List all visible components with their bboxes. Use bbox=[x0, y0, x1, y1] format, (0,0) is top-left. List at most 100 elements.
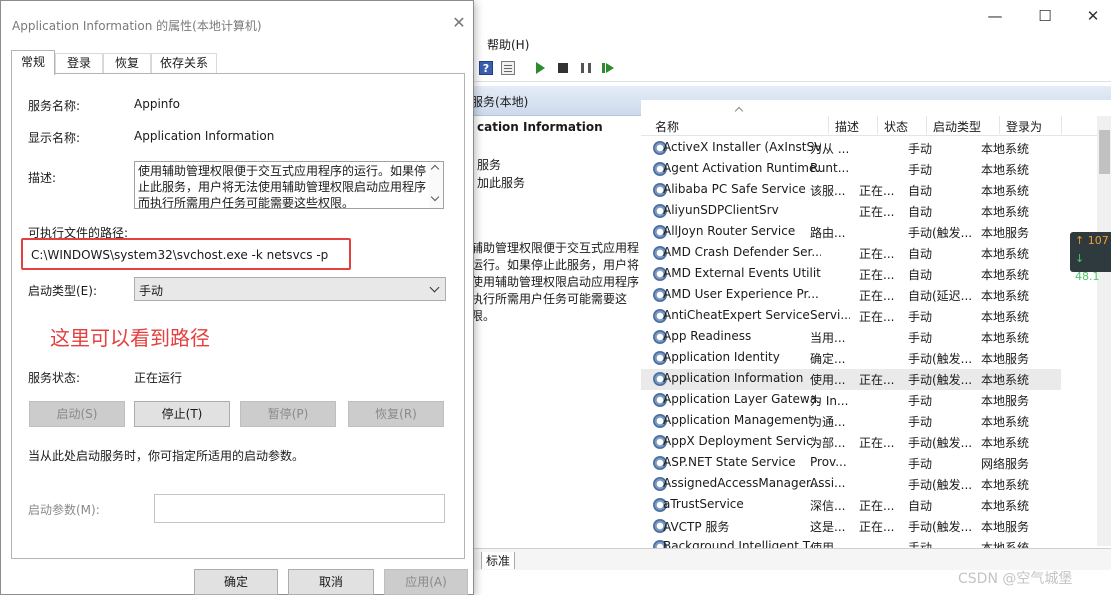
row-status: 正在... bbox=[859, 268, 895, 282]
table-row[interactable]: ActiveX Installer (AxInstSV) 为从 ... 手动 本地系统 bbox=[641, 138, 1061, 159]
close-icon[interactable]: ✕ bbox=[449, 13, 469, 33]
view-icon[interactable] bbox=[501, 61, 515, 75]
pause-service-icon[interactable] bbox=[581, 63, 591, 73]
stop-service-icon[interactable] bbox=[558, 63, 568, 73]
close-icon[interactable]: ✕ bbox=[1073, 4, 1111, 28]
column-description[interactable]: 描述 bbox=[835, 118, 859, 135]
table-row[interactable]: aTrustService 深信... 正在... 自动 本地系统 bbox=[641, 495, 1061, 516]
pause-button[interactable]: 暂停(P) bbox=[240, 401, 336, 427]
maximize-icon[interactable]: ☐ bbox=[1025, 4, 1065, 28]
startup-type-select[interactable]: 手动 bbox=[134, 277, 446, 301]
table-row[interactable]: App Readiness 当用... 手动 本地系统 bbox=[641, 327, 1061, 348]
start-params-hint: 当从此处启动服务时，你可指定所适用的启动参数。 bbox=[28, 449, 305, 463]
cancel-button[interactable]: 取消 bbox=[288, 569, 374, 595]
row-startup-type: 手动(触发... bbox=[908, 478, 973, 492]
row-status: 正在... bbox=[859, 310, 895, 324]
table-row[interactable]: Alibaba PC Safe Service 该服... 正在... 自动 本地系统 bbox=[641, 180, 1061, 201]
column-divider[interactable] bbox=[1061, 116, 1062, 134]
column-divider[interactable] bbox=[926, 116, 927, 134]
restart-service-link[interactable]: 加此服务 bbox=[477, 174, 525, 191]
column-status[interactable]: 状态 bbox=[884, 118, 908, 135]
description-scrollbar[interactable] bbox=[429, 162, 443, 208]
row-description: 这是... bbox=[810, 520, 846, 534]
help-icon[interactable]: ? bbox=[479, 61, 493, 75]
row-logon: 本地服务 bbox=[981, 394, 1030, 408]
row-startup-type: 自动 bbox=[908, 205, 933, 219]
row-status: 正在... bbox=[859, 184, 895, 198]
row-startup-type: 自动 bbox=[908, 499, 933, 513]
scroll-up-icon[interactable] bbox=[430, 164, 440, 174]
table-row[interactable]: Application Information 使用... 正在... 手动(触发..… bbox=[641, 369, 1061, 390]
tab-recovery[interactable]: 恢复 bbox=[103, 53, 151, 74]
stop-button[interactable]: 停止(T) bbox=[134, 401, 230, 427]
description-label: 描述: bbox=[28, 171, 57, 185]
row-name: AVCTP 服务 bbox=[663, 520, 730, 534]
row-name: Alibaba PC Safe Service bbox=[663, 182, 806, 196]
upload-speed: ↑ 107 bbox=[1075, 234, 1109, 247]
row-name: Application Management bbox=[663, 413, 813, 427]
restart-service-icon[interactable] bbox=[602, 63, 614, 73]
column-divider[interactable] bbox=[999, 116, 1000, 134]
table-row[interactable]: AMD User Experience Pr... 正在... 自动(延迟... 本地… bbox=[641, 285, 1061, 306]
row-status: 正在... bbox=[859, 289, 895, 303]
table-row[interactable]: AVCTP 服务 这是... 正在... 手动(触发... 本地服务 bbox=[641, 516, 1061, 537]
services-header-title: 服务(本地) bbox=[471, 95, 529, 109]
row-name: Application Information bbox=[663, 371, 804, 385]
row-name: AllJoyn Router Service bbox=[663, 224, 796, 238]
table-row[interactable]: AliyunSDPClientSrv 正在... 自动 本地系统 bbox=[641, 201, 1061, 222]
services-scrollbar[interactable] bbox=[1097, 116, 1111, 546]
row-startup-type: 自动 bbox=[908, 268, 933, 282]
minimize-icon[interactable]: — bbox=[975, 4, 1015, 28]
row-startup-type: 手动 bbox=[908, 394, 933, 408]
start-button[interactable]: 启动(S) bbox=[29, 401, 125, 427]
table-row[interactable]: ASP.NET State Service Prov... 手动 网络服务 bbox=[641, 453, 1061, 474]
display-name-value: Application Information bbox=[134, 129, 275, 143]
start-params-input[interactable] bbox=[154, 494, 445, 523]
menu-help[interactable]: 帮助(H) bbox=[487, 36, 529, 53]
table-row[interactable]: Application Layer Gatewa... 为 In... 手动 本地服务 bbox=[641, 390, 1061, 411]
tab-general[interactable]: 常规 bbox=[11, 50, 55, 75]
description-textbox[interactable]: 使用辅助管理权限便于交互式应用程序的运行。如果停止此服务，用户将无法使用辅助管理… bbox=[134, 161, 444, 209]
row-description: Servi... bbox=[810, 308, 850, 322]
table-row[interactable]: Application Management 为通... 手动 本地系统 bbox=[641, 411, 1061, 432]
network-speed-widget: ↑ 107 ↓ 48.1 bbox=[1070, 232, 1111, 283]
table-row[interactable]: AntiCheatExpert Service Servi... 正在... 手动 本地… bbox=[641, 306, 1061, 327]
row-startup-type: 自动 bbox=[908, 247, 933, 261]
column-name[interactable]: 名称 bbox=[655, 118, 679, 135]
scroll-down-icon[interactable] bbox=[430, 192, 440, 202]
row-startup-type: 手动(触发... bbox=[908, 226, 973, 240]
column-divider[interactable] bbox=[828, 116, 829, 134]
row-description: 确定... bbox=[810, 352, 846, 366]
resume-button[interactable]: 恢复(R) bbox=[348, 401, 444, 427]
tab-dependencies[interactable]: 依存关系 bbox=[151, 53, 217, 74]
column-divider[interactable] bbox=[877, 116, 878, 134]
scrollbar-thumb[interactable] bbox=[1099, 130, 1110, 174]
start-service-icon[interactable] bbox=[536, 62, 545, 74]
table-row[interactable]: AssignedAccessManager... Assi... 手动(触发... 本… bbox=[641, 474, 1061, 495]
stop-service-link[interactable]: 服务 bbox=[477, 156, 501, 173]
row-logon: 本地系统 bbox=[981, 499, 1030, 513]
table-row[interactable]: AMD Crash Defender Ser... 正在... 自动 本地系统 bbox=[641, 243, 1061, 264]
tab-standard[interactable]: 标准 bbox=[481, 552, 516, 569]
chevron-down-icon bbox=[429, 282, 440, 293]
row-startup-type: 手动(触发... bbox=[908, 373, 973, 387]
column-startup-type[interactable]: 启动类型 bbox=[933, 118, 981, 135]
row-startup-type: 自动 bbox=[908, 184, 933, 198]
row-startup-type: 手动 bbox=[908, 415, 933, 429]
row-description: 该服... bbox=[810, 184, 846, 198]
ok-button[interactable]: 确定 bbox=[194, 569, 278, 595]
table-row[interactable]: Agent Activation Runtime... Runt... 手动 本地系统 bbox=[641, 159, 1061, 180]
apply-button[interactable]: 应用(A) bbox=[384, 569, 468, 595]
column-logon[interactable]: 登录为 bbox=[1006, 118, 1042, 135]
tab-logon[interactable]: 登录 bbox=[55, 53, 103, 74]
table-row[interactable]: Application Identity 确定... 手动(触发... 本地服务 bbox=[641, 348, 1061, 369]
table-row[interactable]: AMD External Events Utility 正在... 自动 本地系统 bbox=[641, 264, 1061, 285]
table-row[interactable]: AllJoyn Router Service 路由... 手动(触发... 本地服务 bbox=[641, 222, 1061, 243]
service-name-label: 服务名称: bbox=[28, 99, 81, 113]
watermark: CSDN @空气城堡 bbox=[958, 571, 1073, 587]
general-tab-panel: 服务名称: Appinfo 显示名称: Application Informat… bbox=[11, 73, 465, 559]
row-name: AliyunSDPClientSrv bbox=[663, 203, 779, 217]
row-startup-type: 手动(触发... bbox=[908, 520, 973, 534]
table-row[interactable]: AppX Deployment Servic... 为部... 正在... 手动(触发… bbox=[641, 432, 1061, 453]
row-logon: 本地系统 bbox=[981, 163, 1030, 177]
